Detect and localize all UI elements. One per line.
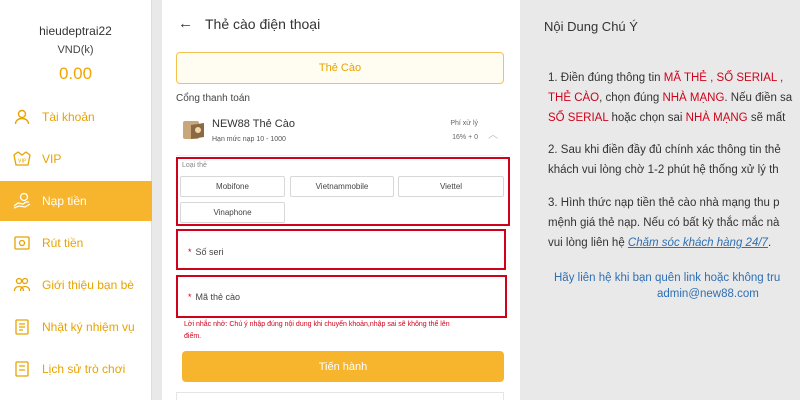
payment-gateway-option[interactable]: NEW88 Thẻ Cào Hạn mức nạp 10 - 1000 Phí … [176,114,504,156]
sidebar: hieudeptrai22 VND(k) 0.00 Tài khoản VIP … [0,0,152,400]
page-title: Thẻ cào điện thoại [205,15,321,32]
reminder-note: Lời nhắc nhở: Chú ý nhập đúng nội dung k… [184,319,504,343]
serial-input[interactable]: * Số seri [176,229,506,270]
note-text: khách vui lòng chờ 1-2 phút hệ thống xử … [548,164,779,176]
page-header: ← Thẻ cào điện thoại [178,15,320,32]
note-text: mệnh giá thẻ nạp. Nếu có bất kỳ thắc mắc… [548,217,780,229]
sidebar-item-deposit[interactable]: Nạp tiền [0,181,152,221]
note-highlight: THẺ CÀO [548,92,600,104]
card-type-viettel[interactable]: Viettel [398,176,504,197]
gateway-fee-label: Phí xử lý [450,120,478,127]
note-text: vui lòng liên hệ [548,237,628,249]
sidebar-item-referral[interactable]: Giới thiệu bạn bè [0,265,152,305]
card-type-label: Loại thẻ [182,162,207,169]
required-mark: * [188,247,192,257]
sidebar-item-label: Rút tiền [42,236,84,250]
currency-label: VND(k) [57,44,94,56]
vip-icon: VIP [12,149,32,169]
note-highlight: NHÀ MẠNG [662,92,725,104]
sidebar-item-label: VIP [42,152,62,166]
note-text: . Nếu điền sa [724,92,793,104]
contact-note: Hãy liên hệ khi bạn quên link hoặc không… [554,272,781,284]
sidebar-item-vip[interactable]: VIP VIP [0,139,152,179]
note-text: . [767,237,772,249]
reminder-note-line: Lời nhắc nhở: Chú ý nhập đúng nội dung k… [184,321,450,328]
deposit-icon [12,191,32,211]
task-log-icon [12,317,32,337]
note-text: , chọn đúng [599,92,663,104]
note-paragraph-1: 1. Điền đúng thông tin MÃ THẺ , SỐ SERIA… [548,68,792,128]
note-text: 1. Điền đúng thông tin [548,72,664,84]
note-paragraph-3: 3. Hình thức nạp tiền thẻ cào nhà mạng t… [548,193,779,253]
svg-text:VIP: VIP [18,159,26,165]
serial-label-text: Số seri [195,247,224,257]
user-icon [12,107,32,127]
note-text: 2. Sau khi điền đầy đủ chính xác thông t… [548,144,781,156]
note-text: 3. Hình thức nạp tiền thẻ cào nhà mạng t… [548,197,780,209]
sidebar-item-game-history[interactable]: Lịch sử trò chơi [0,349,152,389]
sidebar-item-withdraw[interactable]: Rút tiền [0,223,152,263]
note-text: sẽ mất [747,112,786,124]
note-text: hoặc chọn sai [608,112,686,124]
note-highlight: NHÀ MẠNG [685,112,748,124]
withdraw-icon [12,233,32,253]
submit-button[interactable]: Tiến hành [182,351,504,382]
gateway-fee-value: 16% + 0 [452,134,478,141]
sidebar-item-task-log[interactable]: Nhật ký nhiệm vụ [0,307,152,347]
tab-scratch-card[interactable]: Thẻ Cào [176,52,504,84]
card-type-selector: Loại thẻ Mobifone Vietnammobile Viettel … [176,157,510,226]
next-section-card [176,392,504,400]
gateway-logo-icon [182,118,206,142]
game-history-icon [12,359,32,379]
sidebar-item-label: Lịch sử trò chơi [42,362,126,376]
referral-icon [12,275,32,295]
sidebar-item-label: Nhật ký nhiệm vụ [42,320,135,334]
required-mark: * [188,292,192,302]
serial-field-label: * Số seri [188,247,224,257]
note-highlight: MÃ THẺ , SỐ SERIAL , [663,72,784,84]
sidebar-item-label: Giới thiệu bạn bè [42,278,134,292]
username: hieudeptrai22 [39,24,112,38]
sidebar-item-account[interactable]: Tài khoản [0,97,152,137]
note-paragraph-2: 2. Sau khi điền đầy đủ chính xác thông t… [548,140,781,180]
reminder-note-line: điểm. [184,333,202,340]
support-email-link[interactable]: admin@new88.com [657,288,759,300]
sidebar-item-label: Tài khoản [42,110,95,124]
sidebar-item-label: Nạp tiền [42,194,87,208]
chevron-up-icon: ︿ [488,130,498,141]
gateway-name: NEW88 Thẻ Cào [212,118,295,130]
card-code-label-text: Mã thẻ cào [195,292,241,302]
user-info: hieudeptrai22 VND(k) 0.00 [0,0,151,100]
customer-support-link[interactable]: Chăm sóc khách hàng 24/7 [628,237,768,249]
back-arrow-icon[interactable]: ← [178,15,193,32]
card-type-mobifone[interactable]: Mobifone [180,176,285,197]
card-code-input[interactable]: * Mã thẻ cào [176,275,507,318]
gateway-section-label: Cổng thanh toán [176,93,250,104]
card-type-vinaphone[interactable]: Vinaphone [180,202,285,223]
card-code-field-label: * Mã thẻ cào [188,292,240,302]
notes-title: Nội Dung Chú Ý [544,19,638,34]
note-highlight: SỐ SERIAL [548,112,609,124]
main-panel: ← Thẻ cào điện thoại Thẻ Cào Cổng thanh … [162,0,520,400]
balance-value: 0.00 [58,64,93,83]
gateway-limit: Hạn mức nạp 10 - 1000 [212,136,286,143]
card-type-vietnammobile[interactable]: Vietnammobile [290,176,394,197]
notes-panel: Nội Dung Chú Ý 1. Điền đúng thông tin MÃ… [528,0,800,400]
